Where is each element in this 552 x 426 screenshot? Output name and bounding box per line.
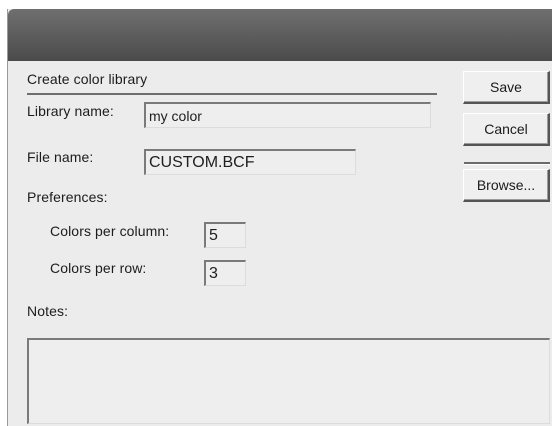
colors-per-row-input[interactable]: 3 xyxy=(204,260,246,286)
group-title: Create color library xyxy=(27,71,437,95)
create-color-library-dialog: Create color library Library name: my co… xyxy=(7,9,552,426)
library-name-input[interactable]: my color xyxy=(144,102,431,128)
button-separator xyxy=(464,162,550,165)
notes-textarea[interactable] xyxy=(27,338,550,424)
library-name-label: Library name: xyxy=(27,103,114,119)
cancel-button[interactable]: Cancel xyxy=(463,113,550,146)
colors-per-row-label: Colors per row: xyxy=(50,260,147,276)
notes-label: Notes: xyxy=(27,303,69,319)
file-name-label: File name: xyxy=(27,149,94,165)
file-name-input[interactable]: CUSTOM.BCF xyxy=(144,149,356,175)
preferences-label: Preferences: xyxy=(27,189,108,205)
dialog-title-bar[interactable] xyxy=(8,9,552,61)
save-button[interactable]: Save xyxy=(463,71,550,104)
colors-per-column-input[interactable]: 5 xyxy=(204,222,246,248)
colors-per-column-label: Colors per column: xyxy=(50,223,170,239)
browse-button[interactable]: Browse... xyxy=(463,169,550,202)
